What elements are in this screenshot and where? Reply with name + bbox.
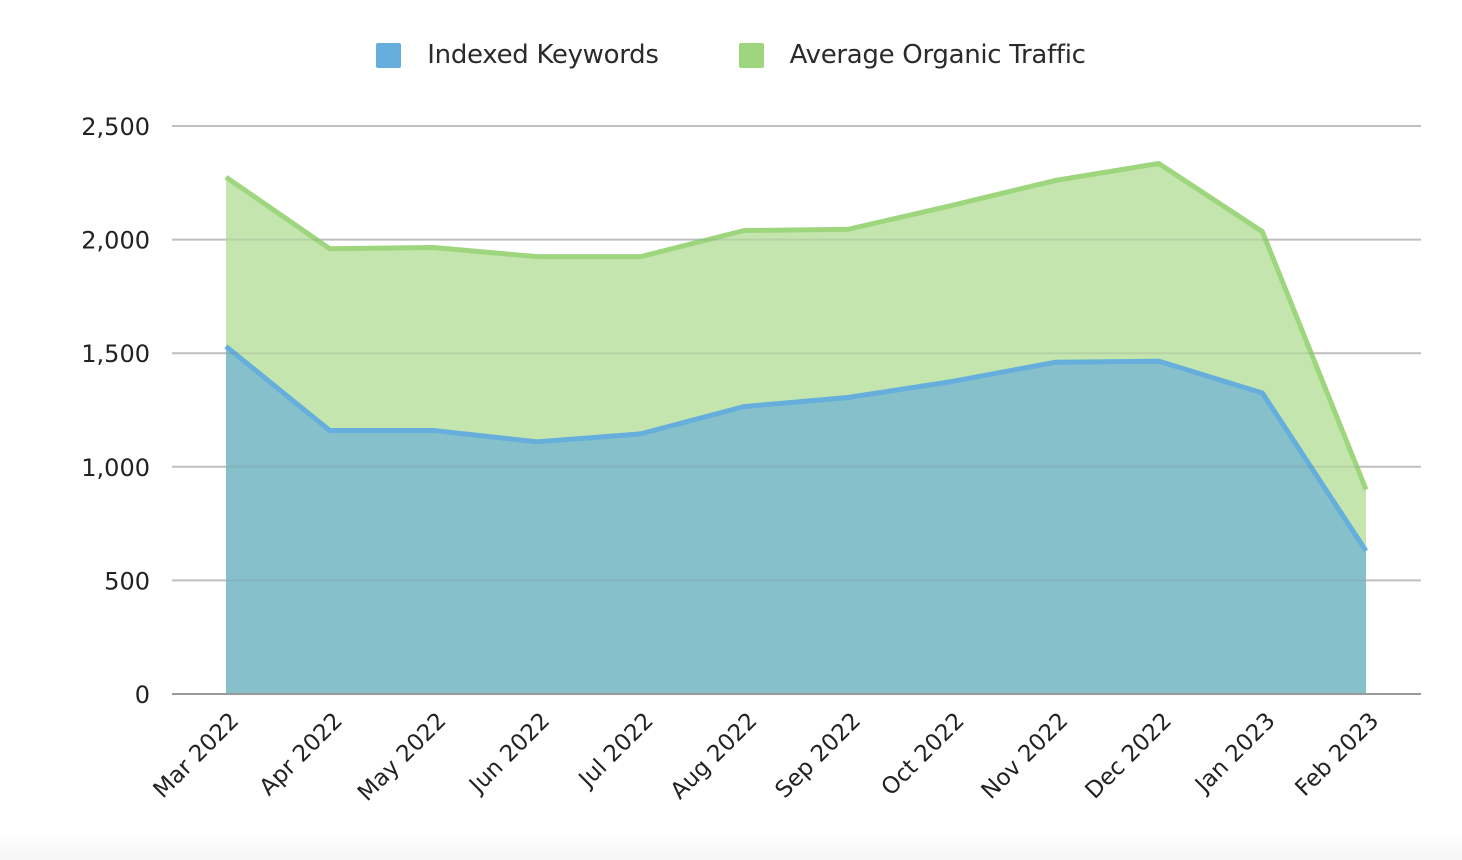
x-tick-label: May 2022	[353, 708, 452, 807]
x-tick-label: Feb 2023	[1290, 708, 1384, 802]
x-tick-label: Oct 2022	[877, 708, 970, 801]
y-tick-label: 2,000	[81, 227, 150, 255]
y-axis: 0 500 1,000 1,500 2,000 2,500	[81, 113, 150, 709]
chart: Indexed Keywords Average Organic Traffic…	[0, 0, 1462, 860]
x-tick-label: Aug 2022	[666, 708, 763, 805]
x-tick-label: Nov 2022	[977, 708, 1074, 805]
x-tick-label: Jun 2022	[463, 708, 555, 800]
bottom-edge	[0, 832, 1462, 860]
x-tick-label: Jul 2022	[573, 708, 659, 794]
x-tick-label: Apr 2022	[255, 708, 348, 801]
y-tick-label: 2,500	[81, 113, 150, 141]
x-tick-label: Jan 2023	[1189, 708, 1280, 799]
x-tick-label: Dec 2022	[1081, 708, 1177, 804]
y-tick-label: 1,500	[81, 340, 150, 368]
plot-area: 0 500 1,000 1,500 2,000 2,500 Mar 2022 Apr 202…	[81, 113, 1421, 807]
y-tick-label: 0	[135, 681, 150, 709]
x-tick-label: Sep 2022	[770, 708, 866, 804]
x-tick-label: Mar 2022	[149, 708, 245, 804]
y-tick-label: 500	[104, 567, 150, 595]
x-axis: Mar 2022 Apr 2022 May 2022 Jun 2022 Jul 2022…	[149, 693, 1421, 807]
y-tick-label: 1,000	[81, 454, 150, 482]
